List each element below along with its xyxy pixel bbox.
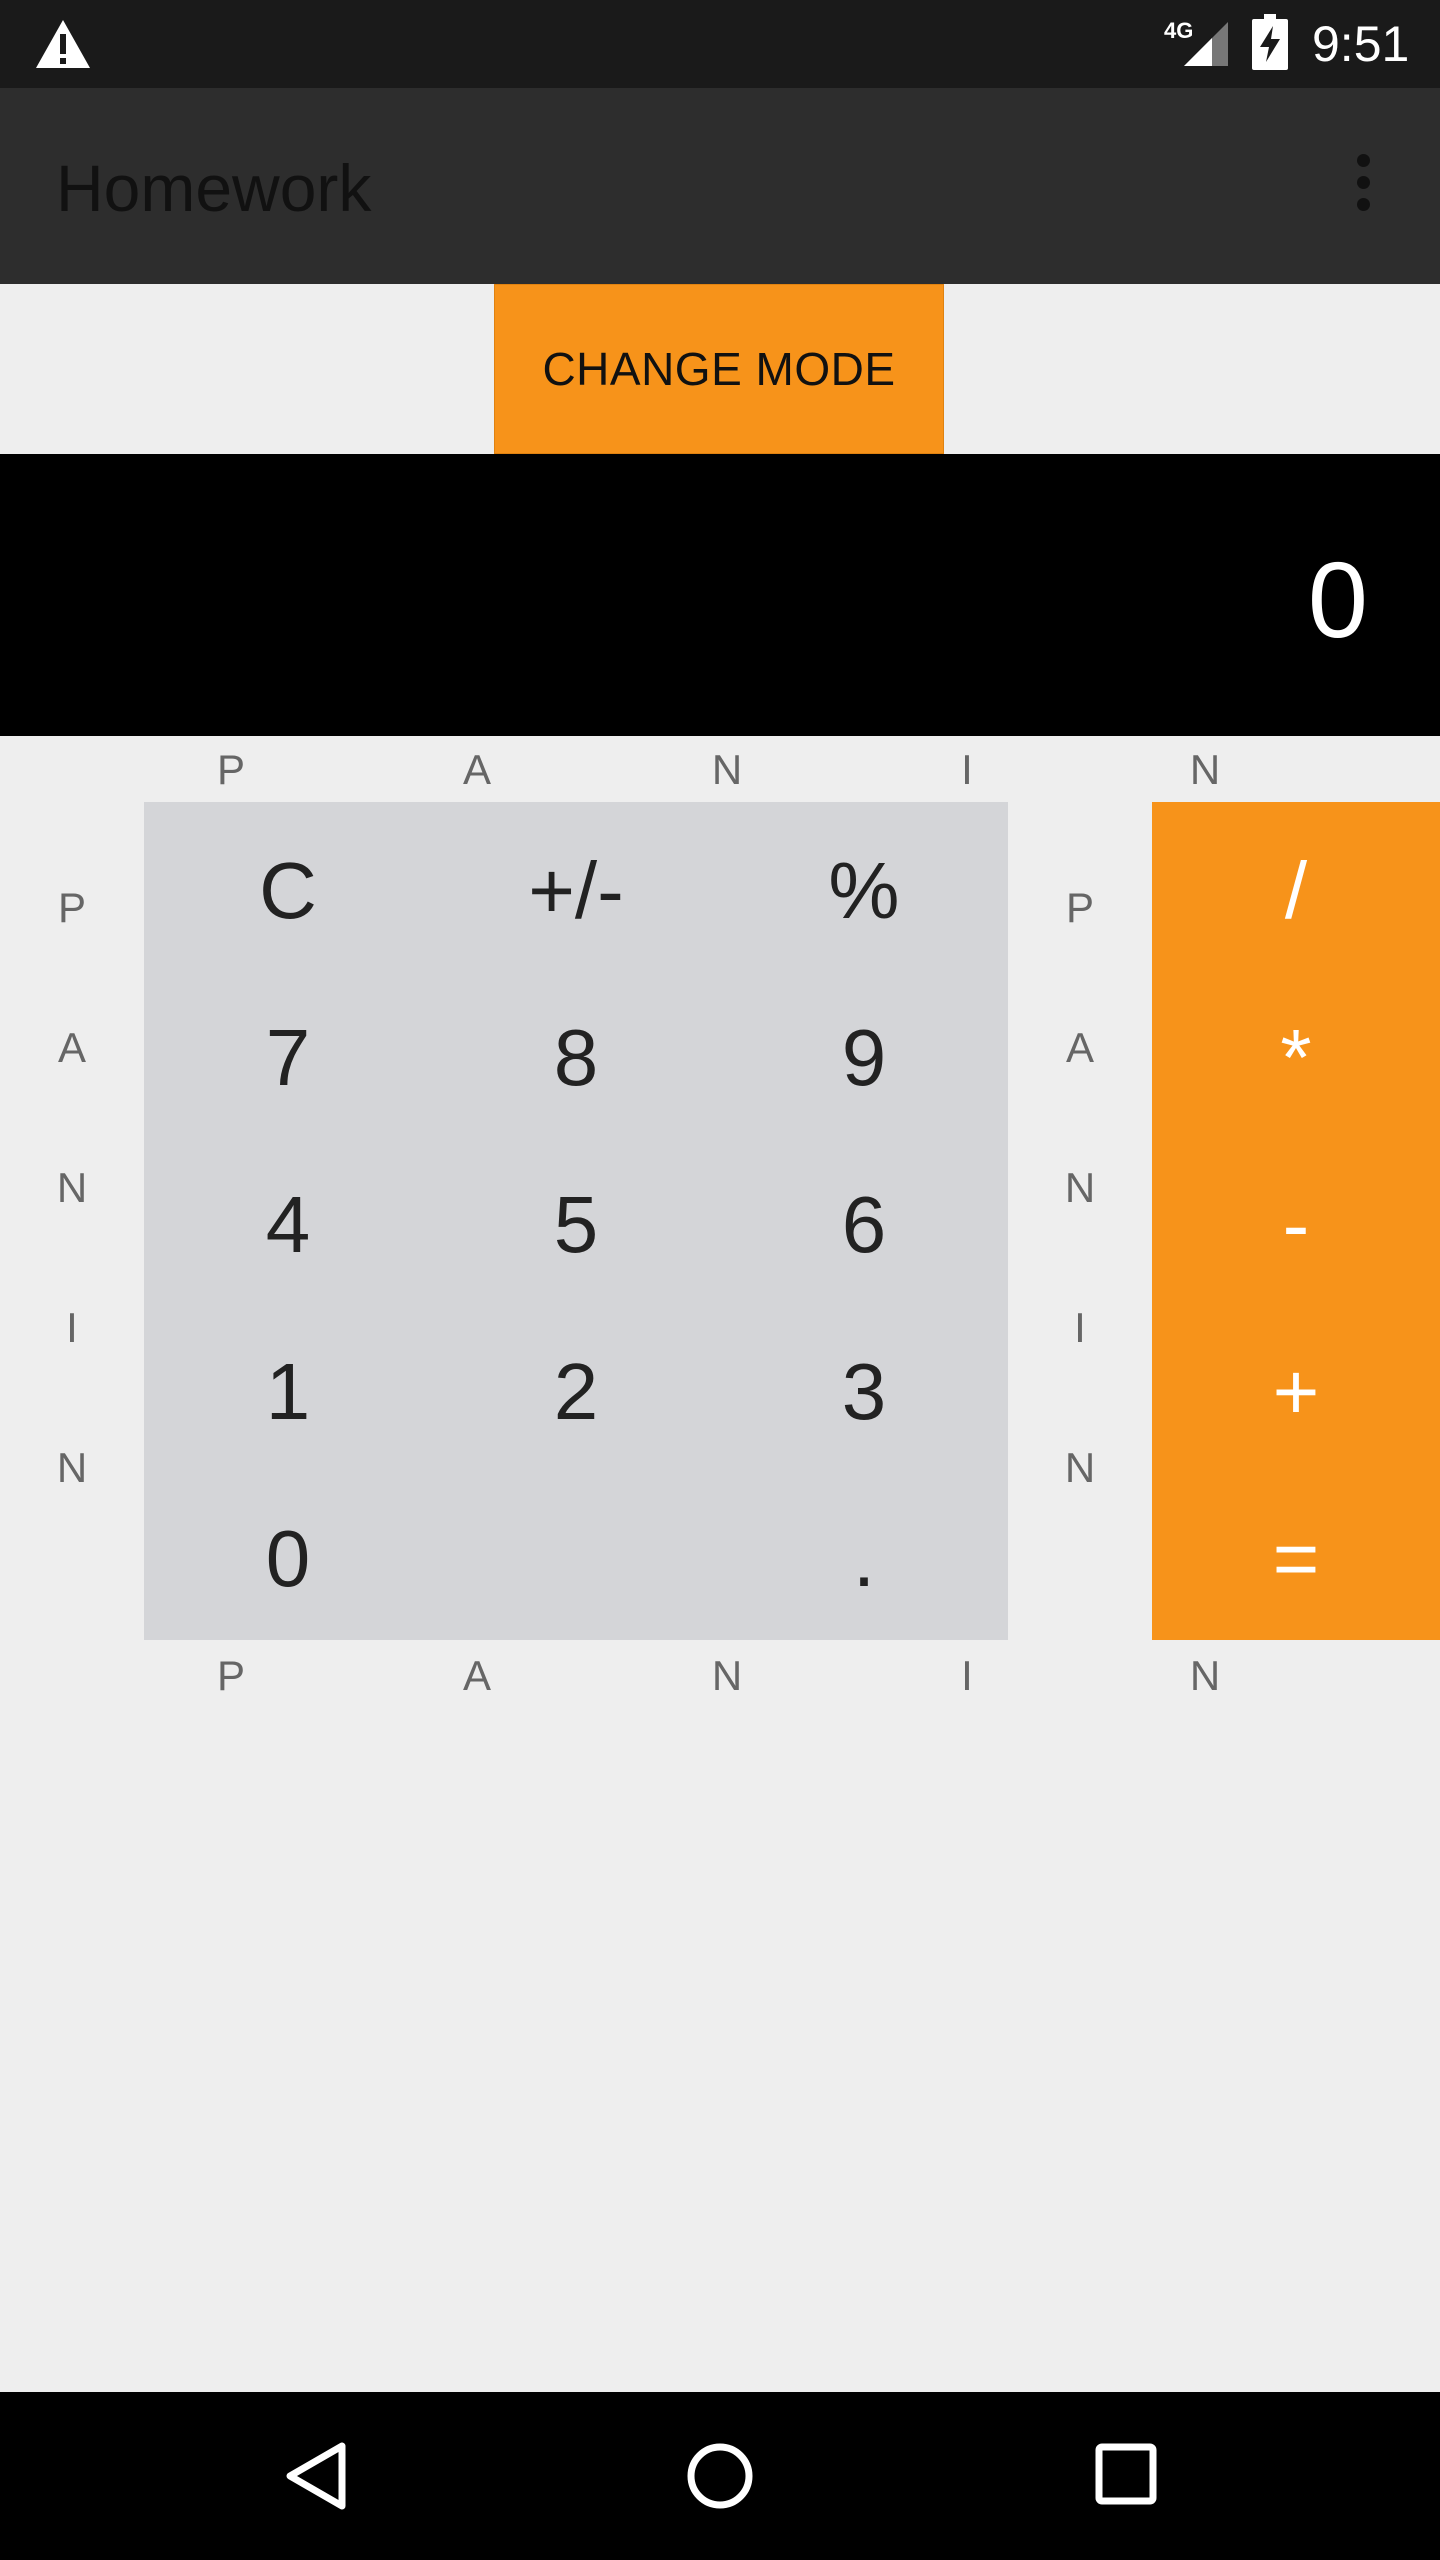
pan-middle-letter: I — [1074, 1304, 1086, 1351]
digit-3-key[interactable]: 3 — [720, 1308, 1008, 1475]
equals-key[interactable]: = — [1152, 1475, 1440, 1642]
pan-middle-letter: N — [1064, 1164, 1096, 1211]
battery-charging-icon — [1252, 14, 1288, 70]
clear-key[interactable]: C — [144, 807, 432, 974]
pan-bottom-letter: P — [216, 1652, 245, 1699]
pan-middle-letter: N — [1064, 1444, 1096, 1491]
percent-key[interactable]: % — [720, 807, 1008, 974]
digit-0-key[interactable]: 0 — [144, 1475, 432, 1642]
pan-left-letter: N — [56, 1164, 88, 1211]
divide-key[interactable]: / — [1152, 807, 1440, 974]
back-icon[interactable] — [282, 2440, 350, 2512]
digit-1-key[interactable]: 1 — [144, 1308, 432, 1475]
pan-bottom-letter: N — [711, 1652, 743, 1699]
app-title: Homework — [56, 151, 372, 225]
decimal-point-key[interactable]: . — [720, 1475, 1008, 1642]
pan-top-letter: P — [216, 746, 245, 793]
digit-4-key[interactable]: 4 — [144, 1141, 432, 1308]
pan-top-letter: I — [961, 746, 973, 793]
signal-icon — [1184, 22, 1228, 66]
display-value: 0 — [1307, 539, 1368, 660]
digit-7-key[interactable]: 7 — [144, 974, 432, 1141]
digit-2-key[interactable]: 2 — [432, 1308, 720, 1475]
pan-left-letter: N — [56, 1444, 88, 1491]
pan-bottom-letter: A — [462, 1652, 491, 1699]
warning-icon — [36, 20, 90, 68]
home-icon[interactable] — [684, 2440, 756, 2512]
pan-middle-letter: P — [1065, 884, 1094, 931]
blank-key[interactable] — [432, 1475, 720, 1642]
pan-left-letter: A — [57, 1024, 86, 1071]
pan-left-letter: P — [57, 884, 86, 931]
sign-toggle-key[interactable]: +/- — [432, 807, 720, 974]
number-keypad: C +/- % 7 8 9 4 5 6 1 2 3 0 . — [144, 802, 1008, 1640]
change-mode-button[interactable]: CHANGE MODE — [494, 284, 944, 454]
add-key[interactable]: + — [1152, 1308, 1440, 1475]
digit-5-key[interactable]: 5 — [432, 1141, 720, 1308]
status-bar: 4G 9:51 — [0, 0, 1440, 88]
digit-9-key[interactable]: 9 — [720, 974, 1008, 1141]
multiply-key[interactable]: * — [1152, 974, 1440, 1141]
clock: 9:51 — [1312, 16, 1410, 72]
pan-middle-letter: A — [1065, 1024, 1094, 1071]
pan-left-letter: I — [66, 1304, 78, 1351]
subtract-key[interactable]: - — [1152, 1141, 1440, 1308]
pan-top-letter: N — [1189, 746, 1221, 793]
app-bar: Homework — [0, 88, 1440, 284]
recents-icon[interactable] — [1094, 2442, 1158, 2506]
operator-keypad: / * - + = — [1152, 802, 1440, 1640]
calculator-display: 0 — [0, 454, 1440, 736]
digit-8-key[interactable]: 8 — [432, 974, 720, 1141]
more-vert-icon[interactable] — [1348, 154, 1378, 214]
pan-top-letter: A — [462, 746, 491, 793]
digit-6-key[interactable]: 6 — [720, 1141, 1008, 1308]
pan-bottom-letter: I — [961, 1652, 973, 1699]
pan-top-letter: N — [711, 746, 743, 793]
pan-bottom-letter: N — [1189, 1652, 1221, 1699]
